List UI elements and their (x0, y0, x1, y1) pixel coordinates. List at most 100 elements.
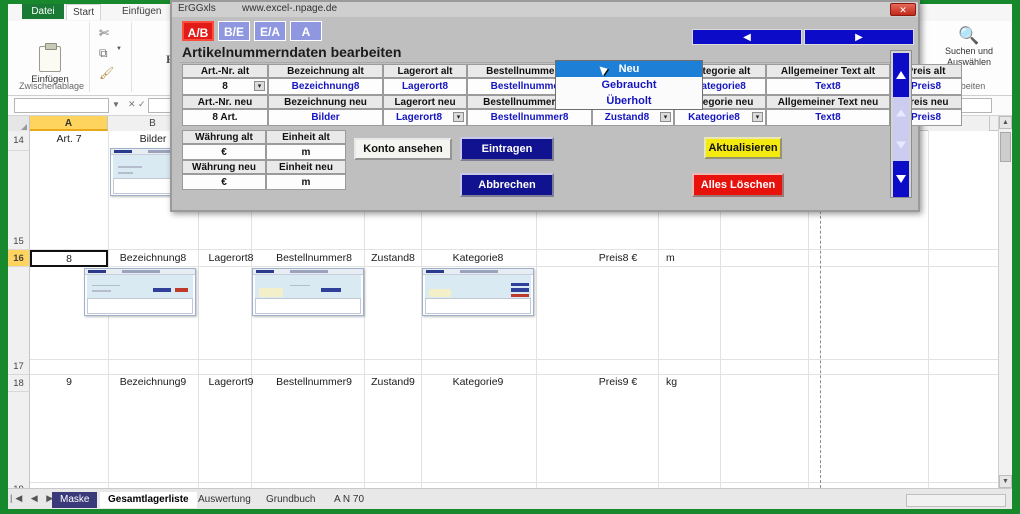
spin-page-up-button[interactable] (893, 53, 909, 97)
scroll-up-arrow-icon[interactable]: ▲ (999, 116, 1012, 129)
tab-ea[interactable]: E/A (254, 21, 286, 41)
input-einheit-neu[interactable]: m (266, 174, 346, 190)
sheet-nav-prev-icon[interactable]: ◀ (31, 493, 41, 503)
cell-a16-selected[interactable]: 8 (30, 250, 108, 267)
dropdown-item-ueberholt[interactable]: Überholt (556, 93, 702, 109)
next-record-button[interactable]: ▶ (804, 29, 914, 45)
abbrechen-button[interactable]: Abbrechen (460, 173, 554, 197)
input-bezeichnung-neu[interactable]: Bilder (268, 109, 383, 126)
sheet-tab-maske[interactable]: Maske (52, 492, 98, 508)
input-einheit-alt[interactable]: m (266, 144, 346, 160)
scrollbar-thumb[interactable] (1000, 132, 1011, 162)
close-icon[interactable]: ✕ (890, 3, 916, 16)
spin-down-button[interactable] (893, 129, 909, 161)
previous-record-button[interactable]: ◀ (692, 29, 802, 45)
input-waehrung-neu[interactable]: € (182, 174, 266, 190)
heading-divider (180, 62, 890, 63)
chevron-down-icon[interactable]: ▾ (453, 112, 464, 122)
artikelnummerndaten-dialog: ErGGxls www.excel-.npage.de ✕ A/B B/E E/… (170, 0, 962, 212)
vertical-scrollbar[interactable]: ▲ ▼ (998, 116, 1012, 488)
tab-be[interactable]: B/E (218, 21, 250, 41)
cell-h18[interactable]: kg (660, 375, 694, 390)
spin-page-down-button[interactable] (893, 161, 909, 197)
cell-b18[interactable]: Bezeichnung9 (108, 375, 198, 390)
dialog-record-spinner[interactable] (890, 50, 912, 198)
sheet-tab-auswertung[interactable]: Auswertung (190, 492, 259, 508)
horizontal-scrollbar[interactable] (906, 494, 1006, 507)
find-select-label-1[interactable]: Suchen und (930, 46, 1008, 57)
grid-line (928, 131, 929, 488)
label-waehrung-alt: Währung alt (182, 130, 266, 144)
ribbon-tab-datei[interactable]: Datei (22, 4, 64, 19)
dropdown-item-neu[interactable]: Neu (556, 61, 702, 77)
sheet-tab-grundbuch[interactable]: Grundbuch (258, 492, 323, 508)
cell-thumbnail-image[interactable] (84, 268, 196, 316)
row-header-17[interactable]: 17 (8, 359, 30, 375)
name-box[interactable] (14, 98, 109, 113)
cell-a14[interactable]: Art. 7 (30, 132, 108, 147)
cell-g16[interactable]: Preis8 € (578, 251, 658, 266)
alles-loeschen-button[interactable]: Alles Löschen (692, 173, 784, 197)
cut-scissors-icon[interactable]: ✄ (99, 26, 116, 41)
row-header-18[interactable]: 18 (8, 375, 30, 392)
cell-e16[interactable]: Zustand8 (364, 251, 422, 266)
dropdown-item-gebraucht[interactable]: Gebraucht (556, 77, 702, 93)
cell-f18[interactable]: Kategorie9 (428, 375, 528, 390)
dialog-filename: ErGGxls (178, 3, 216, 14)
row-header-18-body[interactable] (8, 392, 30, 487)
scroll-down-arrow-icon[interactable]: ▼ (999, 475, 1012, 488)
triangle-up-icon (896, 109, 906, 117)
cell-e18[interactable]: Zustand9 (364, 375, 422, 390)
row-header-16-body[interactable] (8, 267, 30, 362)
cell-thumbnail-image[interactable] (252, 268, 364, 316)
copy-icon[interactable]: ⧉ (99, 46, 116, 61)
input-bezeichnung-alt[interactable]: Bezeichnung8 (268, 78, 383, 95)
label-text-alt: Allgemeiner Text alt (766, 64, 890, 78)
sheet-nav-first-icon[interactable]: |◀ (10, 493, 25, 503)
chevron-down-icon[interactable]: ▾ (254, 81, 265, 91)
row-header-16[interactable]: 16 (8, 250, 30, 267)
zustand-dropdown-list[interactable]: Neu Gebraucht Überholt (555, 60, 703, 110)
cell-d16[interactable]: Bestellnummer8 (264, 251, 364, 266)
input-text-alt[interactable]: Text8 (766, 78, 890, 95)
copy-dropdown-icon[interactable]: ▼ (116, 46, 133, 61)
cell-b16[interactable]: Bezeichnung8 (108, 251, 198, 266)
input-artnr-neu[interactable]: 8 Art. (182, 109, 268, 126)
cell-c16[interactable]: Lagerort8 (198, 251, 264, 266)
eintragen-button[interactable]: Eintragen (460, 137, 554, 161)
chevron-down-icon[interactable]: ▾ (752, 112, 763, 122)
select-all-corner[interactable] (8, 116, 30, 131)
grid-line (30, 249, 1012, 250)
cell-thumbnail-image[interactable] (422, 268, 534, 316)
cell-f16[interactable]: Kategorie8 (428, 251, 528, 266)
name-box-dropdown-icon[interactable]: ▼ (112, 100, 120, 109)
spin-up-button[interactable] (893, 97, 909, 129)
input-lagerort-alt[interactable]: Lagerort8 (383, 78, 467, 95)
sheet-tab-gesamtlagerliste[interactable]: Gesamtlagerliste (100, 492, 197, 508)
tab-ab[interactable]: A/B (182, 21, 214, 41)
row-header-14[interactable]: 14 (8, 131, 30, 151)
column-header-a[interactable]: A (30, 116, 108, 131)
grid-line (30, 482, 1012, 483)
cell-g18[interactable]: Preis9 € (578, 375, 658, 390)
dialog-heading: Artikelnummerndaten bearbeiten (182, 44, 402, 60)
cell-h16[interactable]: m (660, 251, 694, 266)
format-painter-icon[interactable]: 🖌 (99, 66, 116, 81)
cell-c18[interactable]: Lagerort9 (198, 375, 264, 390)
ribbon-tab-einfuegen[interactable]: Einfügen (116, 4, 167, 19)
dialog-title-bar[interactable]: ErGGxls www.excel-.npage.de ✕ (172, 2, 918, 17)
chevron-down-icon[interactable]: ▾ (660, 112, 671, 122)
input-bestellnummer-neu[interactable]: Bestellnummer8 (467, 109, 592, 126)
konto-ansehen-button[interactable]: Konto ansehen (354, 138, 452, 160)
cell-a18[interactable]: 9 (30, 375, 108, 390)
row-header-15[interactable]: 15 (8, 234, 30, 250)
input-text-neu[interactable]: Text8 (766, 109, 890, 126)
binoculars-icon[interactable]: 🔍 (930, 26, 1008, 46)
cell-d18[interactable]: Bestellnummer9 (264, 375, 364, 390)
tab-a[interactable]: A (290, 21, 322, 41)
input-waehrung-alt[interactable]: € (182, 144, 266, 160)
ribbon-tab-start[interactable]: Start (66, 4, 102, 20)
sheet-tab-an70[interactable]: A N 70 (326, 492, 372, 508)
label-artnr-neu: Art.-Nr. neu (182, 95, 268, 109)
aktualisieren-button[interactable]: Aktualisieren (704, 137, 782, 159)
